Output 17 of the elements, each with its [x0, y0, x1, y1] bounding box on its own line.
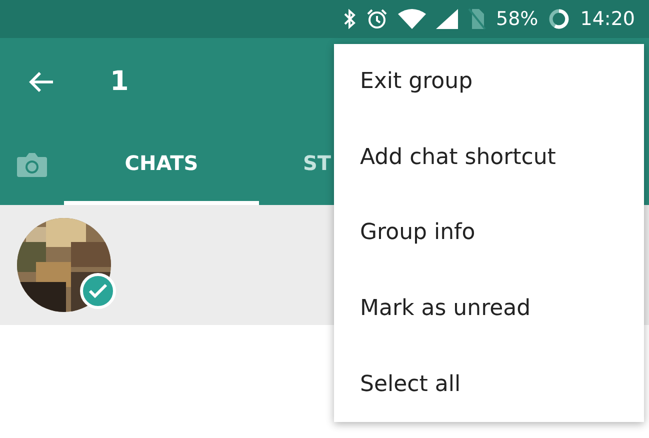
menu-item[interactable]: Add chat shortcut	[334, 120, 644, 196]
camera-icon	[16, 151, 48, 179]
battery-percentage: 58%	[496, 8, 538, 30]
back-arrow-icon	[28, 70, 54, 92]
menu-item[interactable]: Select all	[334, 346, 644, 422]
menu-item[interactable]: Mark as unread	[334, 270, 644, 346]
menu-item[interactable]: Group info	[334, 195, 644, 271]
selection-count: 1	[110, 66, 129, 97]
signal-icon	[436, 9, 458, 29]
clock-time: 14:20	[580, 8, 635, 30]
menu-item[interactable]: Exit group	[334, 44, 644, 120]
battery-icon	[548, 8, 570, 30]
check-icon	[80, 273, 116, 309]
alarm-icon	[366, 8, 388, 30]
no-sim-icon	[468, 8, 486, 30]
wifi-icon	[398, 9, 426, 29]
bluetooth-icon	[344, 9, 356, 29]
